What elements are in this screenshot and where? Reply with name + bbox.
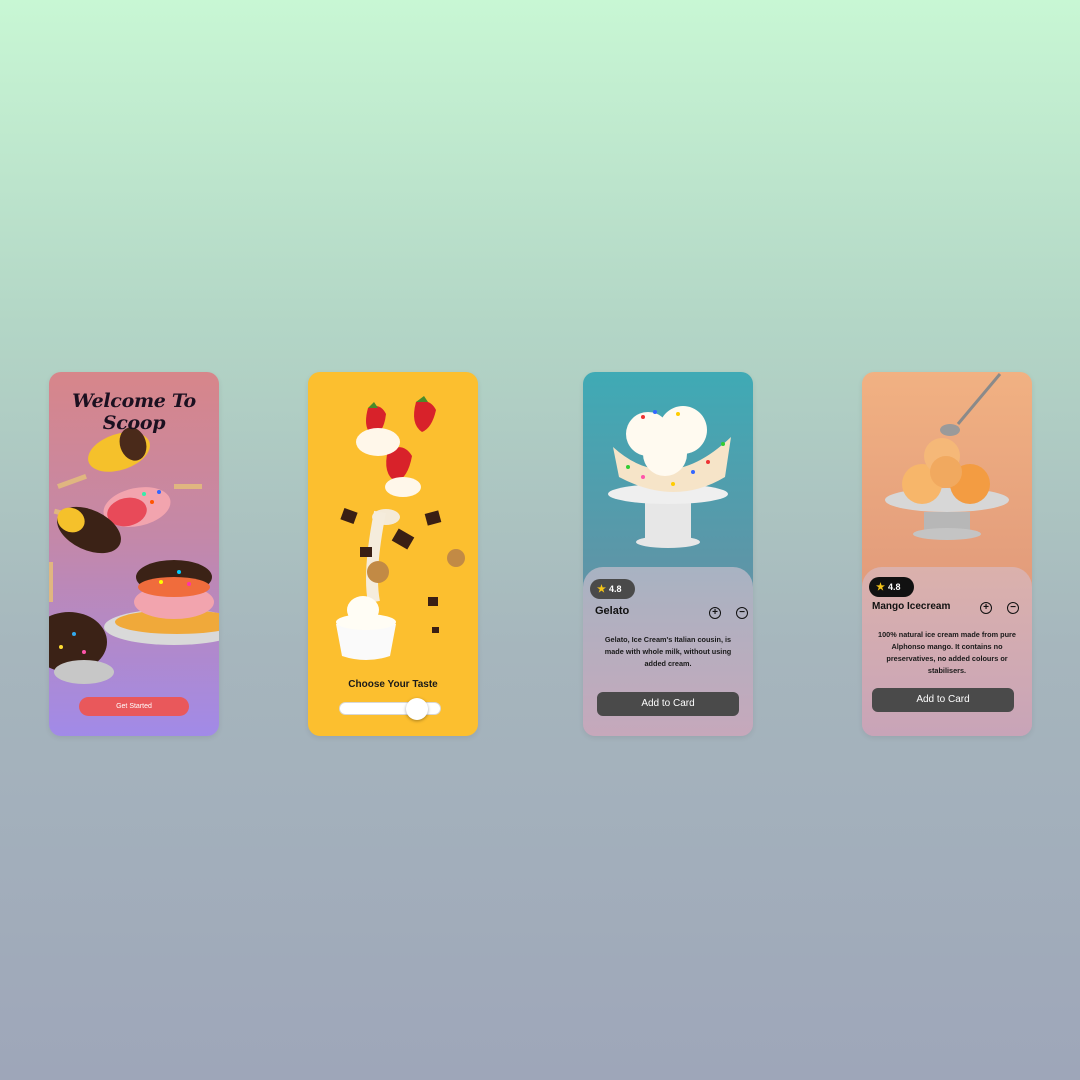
product-description: Gelato, Ice Cream's Italian cousin, is m…	[604, 635, 732, 668]
choose-taste-title: Choose Your Taste	[348, 679, 438, 690]
star-icon: ★	[597, 584, 606, 595]
rating-value: 4.8	[887, 582, 901, 592]
plus-icon[interactable]: +	[980, 602, 992, 614]
minus-icon[interactable]: −	[736, 607, 748, 619]
taste-slider[interactable]	[339, 698, 441, 720]
gelato-image	[608, 406, 731, 548]
star-icon: ★	[876, 582, 885, 593]
gelato-screen: ★ 4.8 Gelato + − Gelato, Ice Cream's Ital…	[583, 372, 753, 736]
product-name: Gelato	[595, 605, 630, 617]
mango-screen: ★ 4.8 Mango Icecream + − 100% natural ice…	[862, 372, 1032, 736]
rating-badge: ★ 4.8	[869, 577, 914, 597]
product-name: Mango Icecream	[872, 601, 951, 612]
add-to-cart-button[interactable]: Add to Card	[597, 692, 739, 716]
choose-taste-screen: Choose Your Taste	[308, 372, 478, 736]
welcome-title: Welcome To Scoop	[72, 390, 196, 434]
welcome-screen: Welcome To Scoop Get Started	[49, 372, 219, 736]
rating-value: 4.8	[608, 584, 622, 594]
plus-icon[interactable]: +	[709, 607, 721, 619]
add-to-cart-button[interactable]: Add to Card	[872, 688, 1014, 712]
product-description: 100% natural ice cream made from pure Al…	[878, 630, 1016, 675]
minus-icon[interactable]: −	[1007, 602, 1019, 614]
rating-badge: ★ 4.8	[590, 579, 635, 599]
get-started-button[interactable]: Get Started	[79, 697, 189, 716]
mango-icecream-image	[885, 373, 1009, 540]
